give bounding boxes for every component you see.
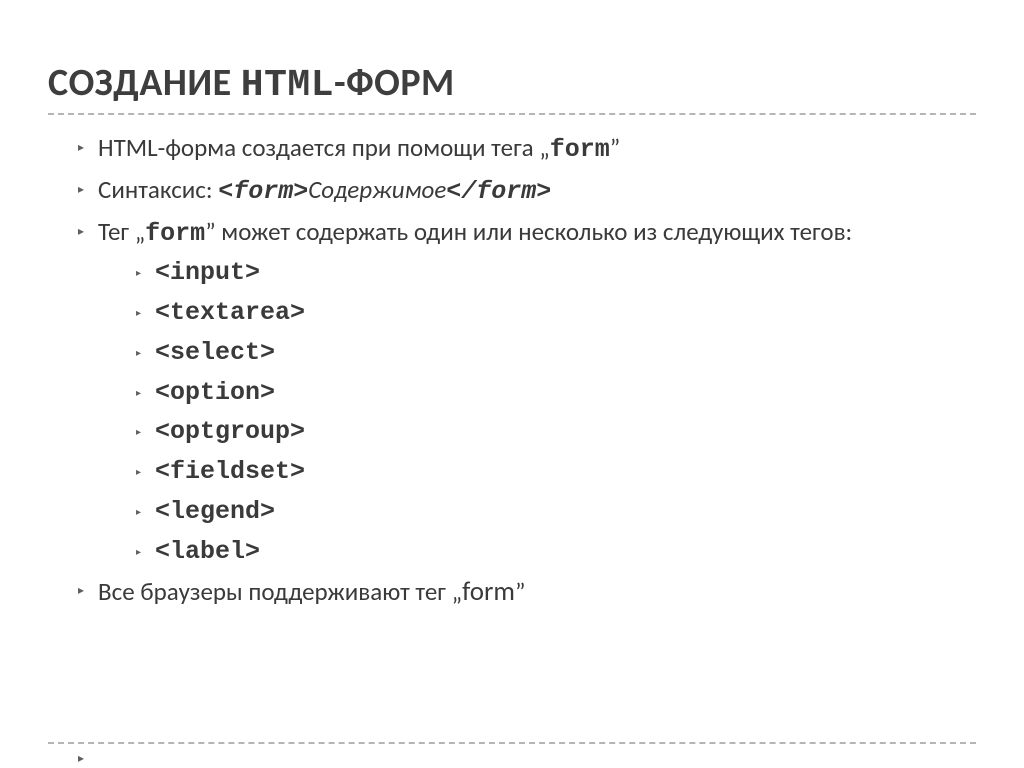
sub-tag: <label> bbox=[155, 535, 260, 569]
list-item: ▸ <fieldset> bbox=[136, 455, 976, 489]
list-item: ▸ <option> bbox=[136, 376, 976, 410]
bullet-icon: ▸ bbox=[136, 346, 141, 360]
list-item: ▸ <textarea> bbox=[136, 296, 976, 330]
title-mono: HTML bbox=[241, 64, 334, 107]
main-bullet-list: ▸ HTML-форма создается при помощи тега „… bbox=[48, 131, 976, 611]
list-item: ▸ <input> bbox=[136, 256, 976, 290]
list-item: ▸ <legend> bbox=[136, 495, 976, 529]
bullet-text-1: HTML-форма создается при помощи тега „fo… bbox=[98, 131, 620, 167]
footer-underline bbox=[48, 742, 976, 744]
bullet-icon: ▸ bbox=[136, 266, 141, 280]
bullet-icon: ▸ bbox=[136, 545, 141, 559]
list-item: ▸ Тег „form” может содержать один или не… bbox=[78, 215, 976, 251]
sub-tag: <optgroup> bbox=[155, 415, 305, 449]
bullet-icon: ▸ bbox=[78, 140, 84, 156]
list-item: ▸ <optgroup> bbox=[136, 415, 976, 449]
bullet-icon: ▸ bbox=[136, 465, 141, 479]
bullet-icon: ▸ bbox=[136, 386, 141, 400]
list-item: ▸ <select> bbox=[136, 336, 976, 370]
sub-bullet-list: ▸ <input> ▸ <textarea> ▸ <select> ▸ <opt… bbox=[78, 256, 976, 568]
title-post: -ФОРМ bbox=[334, 60, 455, 106]
bullet-icon: ▸ bbox=[78, 751, 84, 766]
sub-tag: <legend> bbox=[155, 495, 275, 529]
list-item: ▸ Все браузеры поддерживают тег „form” bbox=[78, 574, 976, 610]
bullet-icon: ▸ bbox=[136, 306, 141, 320]
title-underline bbox=[48, 113, 976, 115]
list-item: ▸ Синтаксис: <form>Содержимое</form> bbox=[78, 173, 976, 209]
slide-title: СОЗДАНИЕ HTML-ФОРМ bbox=[48, 60, 976, 107]
list-item: ▸ <label> bbox=[136, 535, 976, 569]
sub-tag: <input> bbox=[155, 256, 260, 290]
bullet-text-3: Тег „form” может содержать один или неск… bbox=[98, 215, 852, 251]
title-pre: СОЗДАНИЕ bbox=[48, 60, 241, 106]
bullet-text-4: Все браузеры поддерживают тег „form” bbox=[98, 574, 525, 610]
bullet-icon: ▸ bbox=[78, 182, 84, 198]
list-item: ▸ HTML-форма создается при помощи тега „… bbox=[78, 131, 976, 167]
sub-tag: <fieldset> bbox=[155, 455, 305, 489]
bullet-icon: ▸ bbox=[78, 583, 84, 599]
bullet-text-2: Синтаксис: <form>Содержимое</form> bbox=[98, 173, 551, 209]
bullet-icon: ▸ bbox=[78, 224, 84, 240]
sub-tag: <select> bbox=[155, 336, 275, 370]
bullet-icon: ▸ bbox=[136, 505, 141, 519]
sub-tag: <option> bbox=[155, 376, 275, 410]
sub-tag: <textarea> bbox=[155, 296, 305, 330]
bullet-icon: ▸ bbox=[136, 425, 141, 439]
